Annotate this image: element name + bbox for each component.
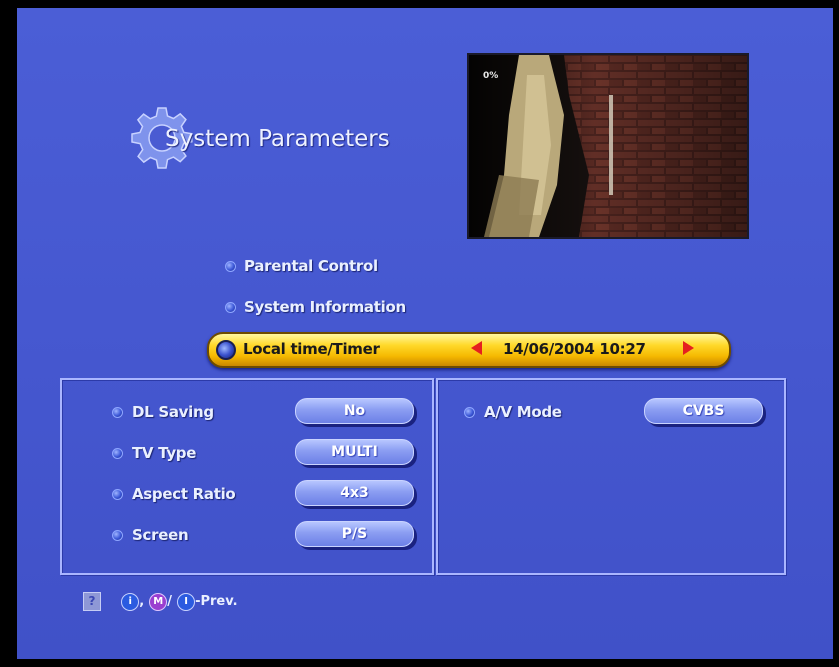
setting-row-aspect-ratio: Aspect Ratio 4x3 xyxy=(62,480,432,508)
setting-label: DL Saving xyxy=(112,403,214,421)
setting-label: Screen xyxy=(112,526,189,544)
menu-icon[interactable]: M xyxy=(149,592,168,611)
menu-item-system-information[interactable]: System Information xyxy=(225,298,406,316)
exit-icon[interactable]: I xyxy=(177,592,196,611)
setting-label: TV Type xyxy=(112,444,196,462)
settings-panel-left: DL Saving No TV Type MULTI Aspect Ratio … xyxy=(60,378,434,575)
date-time-value: 14/06/2004 10:27 xyxy=(503,340,646,358)
bullet-icon xyxy=(225,261,236,272)
setting-row-tv-type: TV Type MULTI xyxy=(62,439,432,467)
selected-item-label: Local time/Timer xyxy=(243,340,380,358)
menu-item-local-time-timer[interactable]: Local time/Timer 14/06/2004 10:27 xyxy=(207,332,731,368)
setting-row-screen: Screen P/S xyxy=(62,521,432,549)
help-icon[interactable]: ? xyxy=(83,592,101,611)
setting-label-text: TV Type xyxy=(132,444,197,462)
bullet-icon xyxy=(112,448,123,459)
setting-label: Aspect Ratio xyxy=(112,485,236,503)
footer-separator: / xyxy=(167,594,172,609)
aspect-ratio-value[interactable]: 4x3 xyxy=(295,480,414,506)
menu-item-parental-control[interactable]: Parental Control xyxy=(225,257,378,275)
preview-image xyxy=(469,55,747,237)
setting-row-dl-saving: DL Saving No xyxy=(62,398,432,426)
bullet-icon xyxy=(112,407,123,418)
menu-item-label: System Information xyxy=(244,298,406,316)
info-icon[interactable]: i xyxy=(121,592,140,611)
footer-help: ? i, M / I -Prev. xyxy=(83,591,238,613)
page-title: System Parameters xyxy=(165,126,390,152)
bullet-icon xyxy=(112,530,123,541)
setting-label-text: A/V Mode xyxy=(484,403,562,421)
footer-prev-label: -Prev. xyxy=(195,594,238,609)
video-preview: 0% xyxy=(467,53,749,239)
av-mode-value[interactable]: CVBS xyxy=(644,398,763,424)
selected-bullet-icon xyxy=(216,340,236,360)
bullet-icon xyxy=(464,407,475,418)
preview-osd-text: 0% xyxy=(483,71,499,81)
menu-item-label: Parental Control xyxy=(244,257,378,275)
arrow-right-icon[interactable] xyxy=(683,341,694,355)
footer-separator: , xyxy=(139,594,145,609)
bullet-icon xyxy=(112,489,123,500)
setting-label: A/V Mode xyxy=(464,403,562,421)
setting-label-text: Aspect Ratio xyxy=(132,485,236,503)
screen-value[interactable]: P/S xyxy=(295,521,414,547)
bullet-icon xyxy=(225,302,236,313)
dl-saving-value[interactable]: No xyxy=(295,398,414,424)
tv-screen: System Parameters 0% Parental Control Sy… xyxy=(17,8,833,659)
arrow-left-icon[interactable] xyxy=(471,341,482,355)
setting-label-text: Screen xyxy=(132,526,189,544)
settings-panel-right: A/V Mode CVBS xyxy=(436,378,786,575)
setting-row-av-mode: A/V Mode CVBS xyxy=(438,398,784,426)
setting-label-text: DL Saving xyxy=(132,403,214,421)
tv-type-value[interactable]: MULTI xyxy=(295,439,414,465)
